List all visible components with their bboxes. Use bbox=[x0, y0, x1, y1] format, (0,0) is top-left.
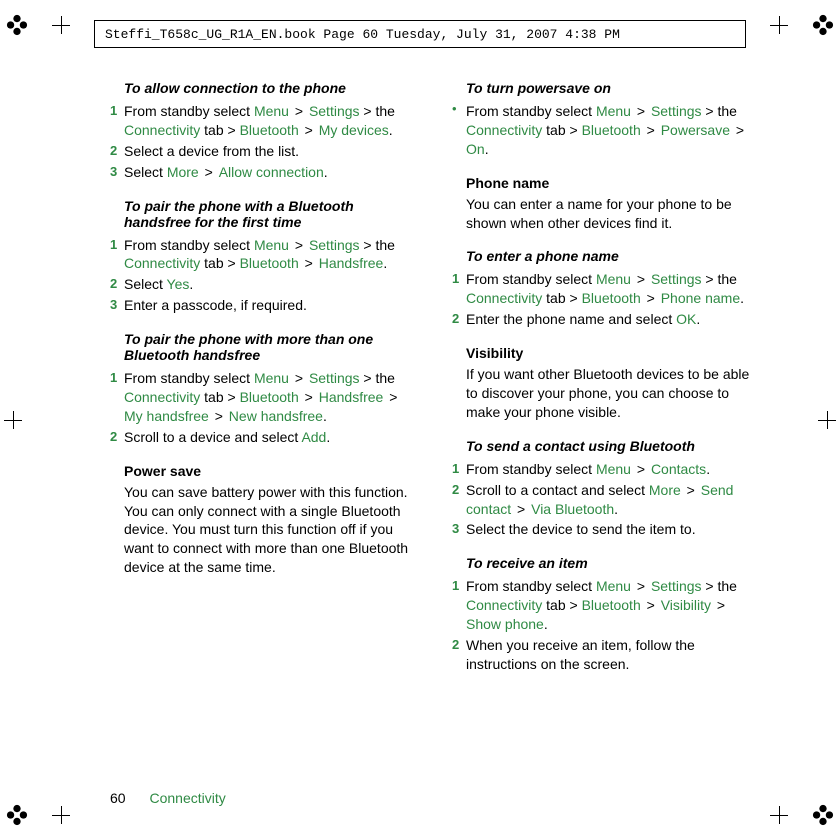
crop-mark-icon bbox=[52, 16, 70, 34]
step: 3 Select More > Allow connection. bbox=[110, 163, 418, 182]
step: 2 When you receive an item, follow the i… bbox=[452, 636, 760, 674]
crop-mark-icon bbox=[52, 806, 70, 824]
step-text: Scroll to a contact and select More > Se… bbox=[466, 481, 760, 519]
step-text: From standby select Menu > Settings > th… bbox=[466, 102, 760, 159]
heading-pair-more: To pair the phone with more than one Blu… bbox=[110, 331, 418, 363]
step-number: 1 bbox=[110, 236, 124, 254]
subheading-phone-name: Phone name bbox=[452, 175, 760, 191]
right-column: To turn powersave on • From standby sele… bbox=[452, 80, 760, 780]
crop-mark-icon bbox=[770, 806, 788, 824]
subheading-visibility: Visibility bbox=[452, 345, 760, 361]
registration-mark-icon bbox=[6, 804, 28, 826]
step-text: From standby select Menu > Settings > th… bbox=[466, 577, 760, 634]
step-number: 2 bbox=[452, 636, 466, 654]
step: 2 Select a device from the list. bbox=[110, 142, 418, 161]
step: 1 From standby select Menu > Settings > … bbox=[452, 270, 760, 308]
step: • From standby select Menu > Settings > … bbox=[452, 102, 760, 159]
step-number: 2 bbox=[452, 481, 466, 499]
step-number: 1 bbox=[110, 369, 124, 387]
heading-powersave-on: To turn powersave on bbox=[452, 80, 760, 96]
step: 1 From standby select Menu > Contacts. bbox=[452, 460, 760, 479]
step: 3 Enter a passcode, if required. bbox=[110, 296, 418, 315]
step-number: 1 bbox=[452, 577, 466, 595]
subheading-powersave: Power save bbox=[110, 463, 418, 479]
heading-send-contact: To send a contact using Bluetooth bbox=[452, 438, 760, 454]
page-number: 60 bbox=[110, 790, 126, 806]
step: 3 Select the device to send the item to. bbox=[452, 520, 760, 539]
crop-mark-icon bbox=[770, 16, 788, 34]
step-number: 1 bbox=[110, 102, 124, 120]
registration-mark-icon bbox=[812, 804, 834, 826]
crop-mark-icon bbox=[4, 411, 22, 429]
step-number: 3 bbox=[452, 520, 466, 538]
step-text: From standby select Menu > Settings > th… bbox=[124, 236, 418, 274]
step-text: When you receive an item, follow the ins… bbox=[466, 636, 760, 674]
step-number: 1 bbox=[452, 460, 466, 478]
page-body: To allow connection to the phone 1 From … bbox=[110, 80, 760, 780]
crop-mark-icon bbox=[818, 411, 836, 429]
step-text: Select a device from the list. bbox=[124, 142, 418, 161]
step: 2 Enter the phone name and select OK. bbox=[452, 310, 760, 329]
step: 2 Scroll to a contact and select More > … bbox=[452, 481, 760, 519]
step-text: Scroll to a device and select Add. bbox=[124, 428, 418, 447]
step: 1 From standby select Menu > Settings > … bbox=[452, 577, 760, 634]
paragraph: You can save battery power with this fun… bbox=[110, 483, 418, 577]
document-header: Steffi_T658c_UG_R1A_EN.book Page 60 Tues… bbox=[94, 20, 746, 48]
registration-mark-icon bbox=[812, 14, 834, 36]
step: 1 From standby select Menu > Settings > … bbox=[110, 369, 418, 426]
paragraph: You can enter a name for your phone to b… bbox=[452, 195, 760, 233]
step-text: From standby select Menu > Settings > th… bbox=[124, 369, 418, 426]
step-text: Enter a passcode, if required. bbox=[124, 296, 418, 315]
step-text: Select the device to send the item to. bbox=[466, 520, 760, 539]
step-text: From standby select Menu > Settings > th… bbox=[124, 102, 418, 140]
step-text: Enter the phone name and select OK. bbox=[466, 310, 760, 329]
step-number: 2 bbox=[110, 275, 124, 293]
step-number: 1 bbox=[452, 270, 466, 288]
step-text: Select More > Allow connection. bbox=[124, 163, 418, 182]
step-number: 2 bbox=[110, 142, 124, 160]
step-number: 2 bbox=[452, 310, 466, 328]
step: 2 Scroll to a device and select Add. bbox=[110, 428, 418, 447]
bullet-icon: • bbox=[452, 102, 466, 116]
heading-receive-item: To receive an item bbox=[452, 555, 760, 571]
registration-mark-icon bbox=[6, 14, 28, 36]
step-number: 3 bbox=[110, 296, 124, 314]
step-text: From standby select Menu > Settings > th… bbox=[466, 270, 760, 308]
left-column: To allow connection to the phone 1 From … bbox=[110, 80, 418, 780]
step-text: From standby select Menu > Contacts. bbox=[466, 460, 760, 479]
heading-allow-connection: To allow connection to the phone bbox=[110, 80, 418, 96]
heading-enter-name: To enter a phone name bbox=[452, 248, 760, 264]
paragraph: If you want other Bluetooth devices to b… bbox=[452, 365, 760, 422]
step: 2 Select Yes. bbox=[110, 275, 418, 294]
heading-pair-first: To pair the phone with a Bluetooth hands… bbox=[110, 198, 418, 230]
page-footer: 60 Connectivity bbox=[110, 790, 226, 806]
step: 1 From standby select Menu > Settings > … bbox=[110, 102, 418, 140]
header-text: Steffi_T658c_UG_R1A_EN.book Page 60 Tues… bbox=[105, 27, 620, 42]
step-text: Select Yes. bbox=[124, 275, 418, 294]
section-name: Connectivity bbox=[149, 790, 225, 806]
step: 1 From standby select Menu > Settings > … bbox=[110, 236, 418, 274]
step-number: 2 bbox=[110, 428, 124, 446]
step-number: 3 bbox=[110, 163, 124, 181]
